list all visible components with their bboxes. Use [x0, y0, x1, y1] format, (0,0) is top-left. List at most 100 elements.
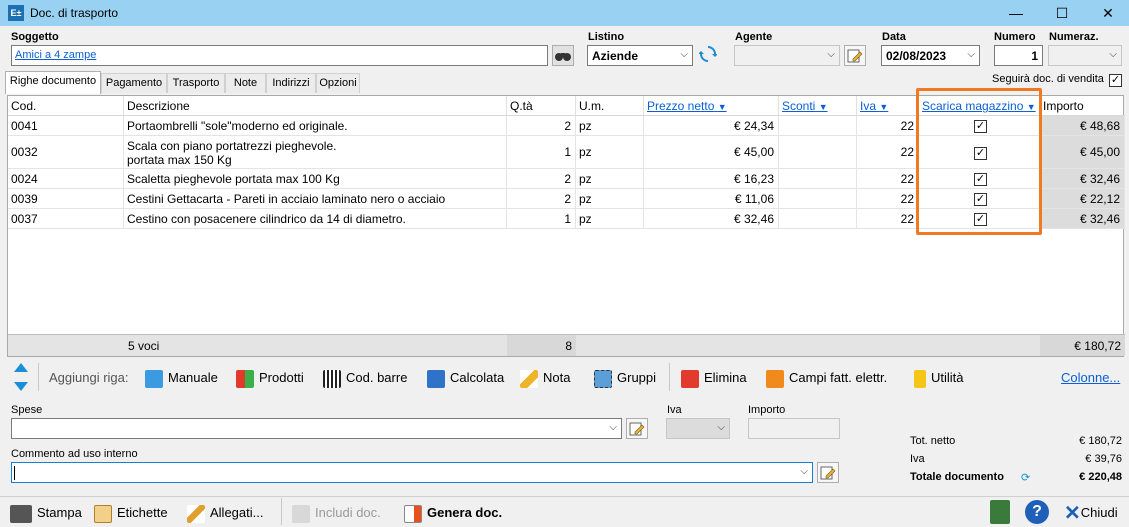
cell-descrizione[interactable]: Cestini Gettacarta - Pareti in acciaio l…: [124, 189, 507, 209]
title-bar: [0, 0, 1129, 26]
col-qta[interactable]: Q.tà: [507, 96, 576, 116]
iva-select[interactable]: ⌵: [666, 418, 730, 439]
seguira-checkbox[interactable]: ✓: [1109, 72, 1122, 87]
cell-qta[interactable]: 1: [507, 209, 576, 229]
edit-note-icon[interactable]: [626, 418, 648, 439]
agente-select[interactable]: ⌵: [734, 45, 840, 66]
cell-qta[interactable]: 2: [507, 189, 576, 209]
cell-cod[interactable]: 0037: [8, 209, 124, 229]
numeraz-select[interactable]: ⌵: [1048, 45, 1122, 66]
footer-blank: [8, 334, 124, 356]
cell-cod[interactable]: 0041: [8, 116, 124, 136]
edit-note-icon[interactable]: [817, 462, 839, 483]
cell-qta[interactable]: 2: [507, 116, 576, 136]
close-button[interactable]: ✕: [1085, 0, 1129, 26]
chiudi-button[interactable]: ✕Chiudi: [1064, 503, 1118, 524]
allegati-label: Allegati...: [210, 505, 264, 520]
cell-sconti[interactable]: [779, 189, 857, 209]
cell-qta[interactable]: 1: [507, 136, 576, 169]
tab-note[interactable]: Note: [225, 73, 266, 93]
cell-prezzo[interactable]: € 11,06: [644, 189, 779, 209]
cell-iva[interactable]: 22: [857, 169, 919, 189]
chevron-down-icon: ⌵: [827, 49, 835, 60]
includi-doc-button[interactable]: Includi doc.: [292, 503, 381, 523]
tab-righe-documento[interactable]: Righe documento: [5, 71, 101, 94]
cell-sconti[interactable]: [779, 209, 857, 229]
maximize-button[interactable]: ☐: [1039, 0, 1085, 26]
calcolata-label: Calcolata: [450, 370, 505, 385]
manuale-button[interactable]: Manuale: [145, 367, 218, 389]
cell-prezzo[interactable]: € 24,34: [644, 116, 779, 136]
cell-sconti[interactable]: [779, 169, 857, 189]
cell-prezzo[interactable]: € 16,23: [644, 169, 779, 189]
cell-qta[interactable]: 2: [507, 169, 576, 189]
cell-descrizione[interactable]: Cestino con posacenere cilindrico da 14 …: [124, 209, 507, 229]
cell-iva[interactable]: 22: [857, 136, 919, 169]
stampa-button[interactable]: Stampa: [10, 503, 82, 523]
soggetto-field[interactable]: Amici a 4 zampe: [11, 45, 548, 66]
chiudi-label: Chiudi: [1080, 505, 1118, 520]
soggetto-link[interactable]: Amici a 4 zampe: [15, 49, 96, 61]
calculator-icon[interactable]: [990, 500, 1010, 524]
cell-descrizione[interactable]: Portaombrelli "sole"moderno ed originale…: [124, 116, 507, 136]
importo-field[interactable]: [748, 418, 840, 439]
cell-prezzo[interactable]: € 32,46: [644, 209, 779, 229]
numero-field[interactable]: 1: [994, 45, 1043, 66]
col-sconti[interactable]: Sconti ▼: [779, 96, 857, 116]
tab-opzioni[interactable]: Opzioni: [316, 73, 360, 93]
separator: [281, 498, 282, 525]
col-prezzo-netto[interactable]: Prezzo netto ▼: [644, 96, 779, 116]
recalc-icon[interactable]: ⟳: [1021, 471, 1030, 484]
cell-descrizione[interactable]: Scaletta pieghevole portata max 100 Kg: [124, 169, 507, 189]
elimina-button[interactable]: Elimina: [681, 367, 747, 389]
tab-trasporto[interactable]: Trasporto: [167, 73, 225, 93]
cell-um[interactable]: pz: [576, 136, 644, 169]
calcolata-button[interactable]: Calcolata: [427, 367, 504, 389]
cell-sconti[interactable]: [779, 116, 857, 136]
col-iva[interactable]: Iva ▼: [857, 96, 919, 116]
printer-icon: [10, 504, 32, 523]
prodotti-button[interactable]: Prodotti: [236, 367, 304, 389]
cell-iva[interactable]: 22: [857, 189, 919, 209]
utilita-button[interactable]: Utilità: [914, 367, 964, 389]
tab-indirizzi[interactable]: Indirizzi: [266, 73, 316, 93]
cell-cod[interactable]: 0032: [8, 136, 124, 169]
cell-prezzo[interactable]: € 45,00: [644, 136, 779, 169]
tot-netto-value: € 180,72: [1079, 435, 1122, 447]
nota-button[interactable]: Nota: [520, 367, 570, 389]
cell-cod[interactable]: 0039: [8, 189, 124, 209]
cell-importo: € 22,12: [1040, 189, 1125, 209]
cell-sconti[interactable]: [779, 136, 857, 169]
cell-um[interactable]: pz: [576, 209, 644, 229]
cell-iva[interactable]: 22: [857, 116, 919, 136]
allegati-button[interactable]: Allegati...: [187, 503, 263, 523]
move-row-arrows-icon[interactable]: [12, 362, 30, 392]
cell-cod[interactable]: 0024: [8, 169, 124, 189]
campi-fatt-button[interactable]: Campi fatt. elettr.: [766, 367, 887, 389]
cell-iva[interactable]: 22: [857, 209, 919, 229]
cell-um[interactable]: pz: [576, 189, 644, 209]
etichette-button[interactable]: Etichette: [94, 503, 168, 523]
colonne-link[interactable]: Colonne...: [1061, 367, 1120, 389]
col-importo[interactable]: Importo: [1040, 96, 1125, 116]
binoculars-icon[interactable]: [552, 45, 574, 66]
listino-select[interactable]: Aziende ⌵: [587, 45, 693, 66]
cell-um[interactable]: pz: [576, 116, 644, 136]
footer-importo: € 180,72: [1040, 334, 1125, 356]
gruppi-button[interactable]: Gruppi: [594, 367, 656, 389]
cell-um[interactable]: pz: [576, 169, 644, 189]
tab-pagamento[interactable]: Pagamento: [101, 73, 167, 93]
col-um[interactable]: U.m.: [576, 96, 644, 116]
col-descrizione[interactable]: Descrizione: [124, 96, 507, 116]
cell-descrizione[interactable]: Scala con piano portatrezzi pieghevole. …: [124, 136, 507, 169]
spese-select[interactable]: ⌵: [11, 418, 622, 439]
refresh-icon[interactable]: [697, 45, 719, 66]
commento-field[interactable]: ⌵: [11, 462, 813, 483]
minimize-button[interactable]: —: [993, 0, 1039, 26]
cod-barre-button[interactable]: Cod. barre: [323, 367, 407, 389]
data-field[interactable]: 02/08/2023 ⌵: [881, 45, 980, 66]
edit-note-icon[interactable]: [844, 45, 866, 66]
col-cod[interactable]: Cod.: [8, 96, 124, 116]
help-icon[interactable]: ?: [1025, 500, 1049, 524]
genera-doc-button[interactable]: Genera doc.: [404, 503, 502, 523]
